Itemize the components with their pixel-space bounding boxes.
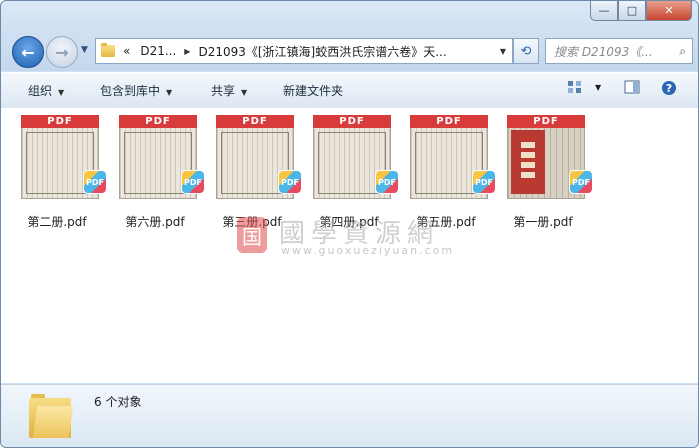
share-label: 共享	[211, 84, 236, 98]
file-name[interactable]: 第五册.pdf	[400, 213, 492, 230]
search-icon[interactable]: ⌕	[679, 44, 686, 59]
window-controls: — □ ✕	[590, 1, 692, 21]
chevron-down-icon: ▼	[241, 88, 248, 97]
command-bar: 组织 ▼ 包含到库中 ▼ 共享 ▼ 新建文件夹 ▼ ?	[1, 72, 698, 109]
help-icon: ?	[662, 81, 676, 95]
recent-locations-dropdown[interactable]: ▼	[81, 45, 88, 55]
cover-image	[511, 130, 545, 194]
pdf-app-icon: PDF	[376, 171, 398, 193]
search-box[interactable]: 搜索 D21093《... ⌕	[545, 38, 693, 64]
forward-arrow-icon: →	[55, 42, 69, 62]
minimize-button[interactable]: —	[590, 1, 618, 21]
chevron-down-icon: ▼	[58, 88, 65, 97]
maximize-button[interactable]: □	[618, 1, 646, 21]
file-name[interactable]: 第一册.pdf	[497, 213, 589, 230]
new-folder-button[interactable]: 新建文件夹	[283, 82, 343, 99]
pdf-app-icon: PDF	[473, 171, 495, 193]
pdf-app-icon: PDF	[279, 171, 301, 193]
back-button[interactable]: ←	[12, 36, 44, 68]
address-dropdown-icon[interactable]: ▼	[500, 47, 506, 56]
navigation-bar: ← → ▼ « D21... ▶ D21093《[浙江镇海]蛟西洪氏宗谱六卷》天…	[9, 33, 693, 68]
back-arrow-icon: ←	[21, 42, 35, 62]
view-options-button[interactable]: ▼	[567, 80, 601, 94]
include-in-library-menu[interactable]: 包含到库中 ▼	[100, 82, 172, 99]
pdf-label: PDF	[313, 115, 391, 128]
title-bar: — □ ✕ ← → ▼ « D21... ▶ D21093《[浙江镇海]蛟西洪氏…	[1, 1, 698, 71]
pdf-app-icon: PDF	[84, 171, 106, 193]
pdf-thumbnail[interactable]: PDF PDF	[21, 115, 106, 199]
forward-button[interactable]: →	[46, 36, 78, 68]
pdf-label: PDF	[507, 115, 585, 128]
folder-icon	[101, 43, 115, 57]
pdf-label: PDF	[410, 115, 488, 128]
file-name[interactable]: 第二册.pdf	[11, 213, 103, 230]
pdf-label: PDF	[21, 115, 99, 128]
file-list-pane[interactable]: PDF PDF 第二册.pdf PDF PDF 第六册.pdf PDF PDF 第三册.pdf P…	[1, 108, 698, 383]
view-grid-icon	[568, 81, 581, 93]
pdf-thumbnail[interactable]: PDF PDF	[507, 115, 592, 199]
address-bar[interactable]: « D21... ▶ D21093《[浙江镇海]蛟西洪氏宗谱六卷》天... ▼	[95, 38, 513, 64]
pdf-thumbnail[interactable]: PDF PDF	[313, 115, 398, 199]
file-name[interactable]: 第三册.pdf	[206, 213, 298, 230]
include-library-label: 包含到库中	[100, 84, 161, 98]
pdf-app-icon: PDF	[182, 171, 204, 193]
share-menu[interactable]: 共享 ▼	[211, 82, 247, 99]
breadcrumb-chevron-icon[interactable]: ▶	[184, 47, 190, 56]
pdf-label: PDF	[216, 115, 294, 128]
breadcrumb-item-parent[interactable]: D21...	[140, 44, 176, 58]
pdf-thumbnail[interactable]: PDF PDF	[410, 115, 495, 199]
chevron-down-icon: ▼	[166, 88, 173, 97]
breadcrumb-overflow[interactable]: «	[123, 44, 130, 58]
pdf-thumbnail[interactable]: PDF PDF	[216, 115, 301, 199]
pdf-label: PDF	[119, 115, 197, 128]
folder-large-icon	[29, 394, 74, 438]
file-name[interactable]: 第四册.pdf	[303, 213, 395, 230]
explorer-window: — □ ✕ ← → ▼ « D21... ▶ D21093《[浙江镇海]蛟西洪氏…	[0, 0, 699, 448]
svg-text:?: ?	[666, 82, 672, 95]
refresh-button[interactable]: ⟲	[513, 38, 539, 64]
close-button[interactable]: ✕	[646, 1, 692, 21]
help-button[interactable]: ?	[661, 80, 677, 96]
file-name[interactable]: 第六册.pdf	[109, 213, 201, 230]
item-count: 6 个对象	[94, 395, 142, 409]
watermark-url: www.guoxueziyuan.com	[281, 244, 455, 257]
organize-menu[interactable]: 组织 ▼	[28, 82, 64, 99]
refresh-icon: ⟲	[520, 43, 532, 59]
details-pane: 6 个对象	[1, 384, 698, 447]
breadcrumb-item-current[interactable]: D21093《[浙江镇海]蛟西洪氏宗谱六卷》天...	[198, 43, 446, 60]
chevron-down-icon[interactable]: ▼	[595, 83, 601, 92]
preview-pane-button[interactable]	[624, 80, 640, 94]
organize-label: 组织	[28, 84, 53, 98]
search-input[interactable]: 搜索 D21093《...	[554, 43, 664, 60]
pdf-thumbnail[interactable]: PDF PDF	[119, 115, 204, 199]
preview-pane-icon	[624, 80, 640, 94]
pdf-app-icon: PDF	[570, 171, 592, 193]
